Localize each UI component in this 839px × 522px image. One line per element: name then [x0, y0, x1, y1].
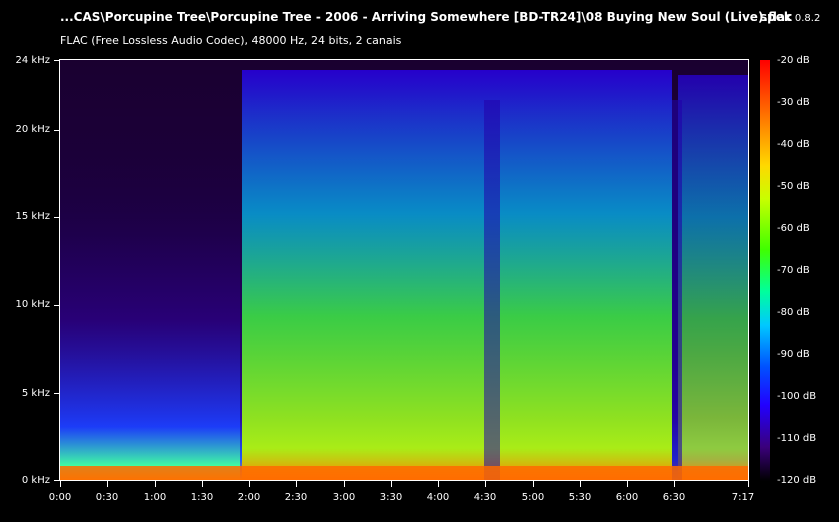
time-tick-mark — [60, 481, 61, 487]
db-tick-label: -20 dB — [777, 55, 810, 66]
freq-tick-mark — [54, 60, 59, 61]
app-name-text: spek — [760, 10, 792, 24]
time-tick-label: 3:00 — [332, 492, 356, 503]
time-tick-label: 1:00 — [143, 492, 167, 503]
audio-info: FLAC (Free Lossless Audio Codec), 48000 … — [60, 34, 402, 47]
time-tick-mark — [391, 481, 392, 487]
time-tick-mark — [748, 481, 749, 487]
db-tick-label: -70 dB — [777, 265, 810, 276]
db-tick-label: -90 dB — [777, 349, 810, 360]
time-tick-label: 0:30 — [95, 492, 119, 503]
time-tick-mark — [155, 481, 156, 487]
time-tick-mark — [533, 481, 534, 487]
db-color-scale — [760, 60, 770, 481]
time-tick-label: 1:30 — [190, 492, 214, 503]
app-version: 0.8.2 — [794, 13, 821, 24]
time-tick-mark — [107, 481, 108, 487]
db-tick-label: -50 dB — [777, 181, 810, 192]
freq-tick-mark — [54, 480, 59, 481]
app-name: spek 0.8.2 — [760, 10, 820, 24]
time-tick-label: 7:17 — [731, 492, 755, 503]
time-tick-label: 6:00 — [615, 492, 639, 503]
time-tick-mark — [438, 481, 439, 487]
time-tick-mark — [580, 481, 581, 487]
freq-tick-label: 20 kHz — [15, 124, 50, 135]
time-tick-mark — [674, 481, 675, 487]
db-tick-label: -100 dB — [777, 391, 817, 402]
freq-tick-label: 0 kHz — [21, 475, 50, 486]
time-tick-label: 2:00 — [237, 492, 261, 503]
bass-band — [60, 466, 749, 481]
freq-tick-mark — [54, 217, 59, 218]
db-tick-label: -120 dB — [777, 475, 817, 486]
freq-tick-mark — [54, 130, 59, 131]
db-tick-label: -30 dB — [777, 97, 810, 108]
quiet-gap-2 — [672, 100, 682, 481]
time-tick-label: 0:00 — [48, 492, 72, 503]
db-tick-label: -60 dB — [777, 223, 810, 234]
freq-tick-mark — [54, 305, 59, 306]
time-tick-mark — [296, 481, 297, 487]
freq-tick-label: 15 kHz — [15, 211, 50, 222]
time-tick-mark — [202, 481, 203, 487]
time-tick-mark — [627, 481, 628, 487]
db-tick-label: -40 dB — [777, 139, 810, 150]
time-tick-label: 4:30 — [473, 492, 497, 503]
time-tick-label: 2:30 — [284, 492, 308, 503]
freq-tick-label: 5 kHz — [21, 388, 50, 399]
spectrogram-overlay — [60, 70, 749, 481]
file-title: ...CAS\Porcupine Tree\Porcupine Tree - 2… — [60, 10, 793, 24]
intro-region — [60, 120, 240, 481]
freq-tick-label: 24 kHz — [15, 55, 50, 66]
main-region — [242, 70, 672, 481]
quiet-gap-1 — [484, 100, 500, 481]
time-tick-label: 4:00 — [426, 492, 450, 503]
time-tick-mark — [485, 481, 486, 487]
time-tick-label: 5:30 — [568, 492, 592, 503]
time-tick-label: 3:30 — [379, 492, 403, 503]
time-tick-label: 6:30 — [662, 492, 686, 503]
time-tick-mark — [344, 481, 345, 487]
freq-tick-mark — [54, 393, 59, 394]
freq-tick-label: 10 kHz — [15, 299, 50, 310]
db-tick-label: -80 dB — [777, 307, 810, 318]
db-tick-label: -110 dB — [777, 433, 817, 444]
time-tick-label: 5:00 — [521, 492, 545, 503]
time-tick-mark — [249, 481, 250, 487]
outro-region — [678, 75, 749, 481]
